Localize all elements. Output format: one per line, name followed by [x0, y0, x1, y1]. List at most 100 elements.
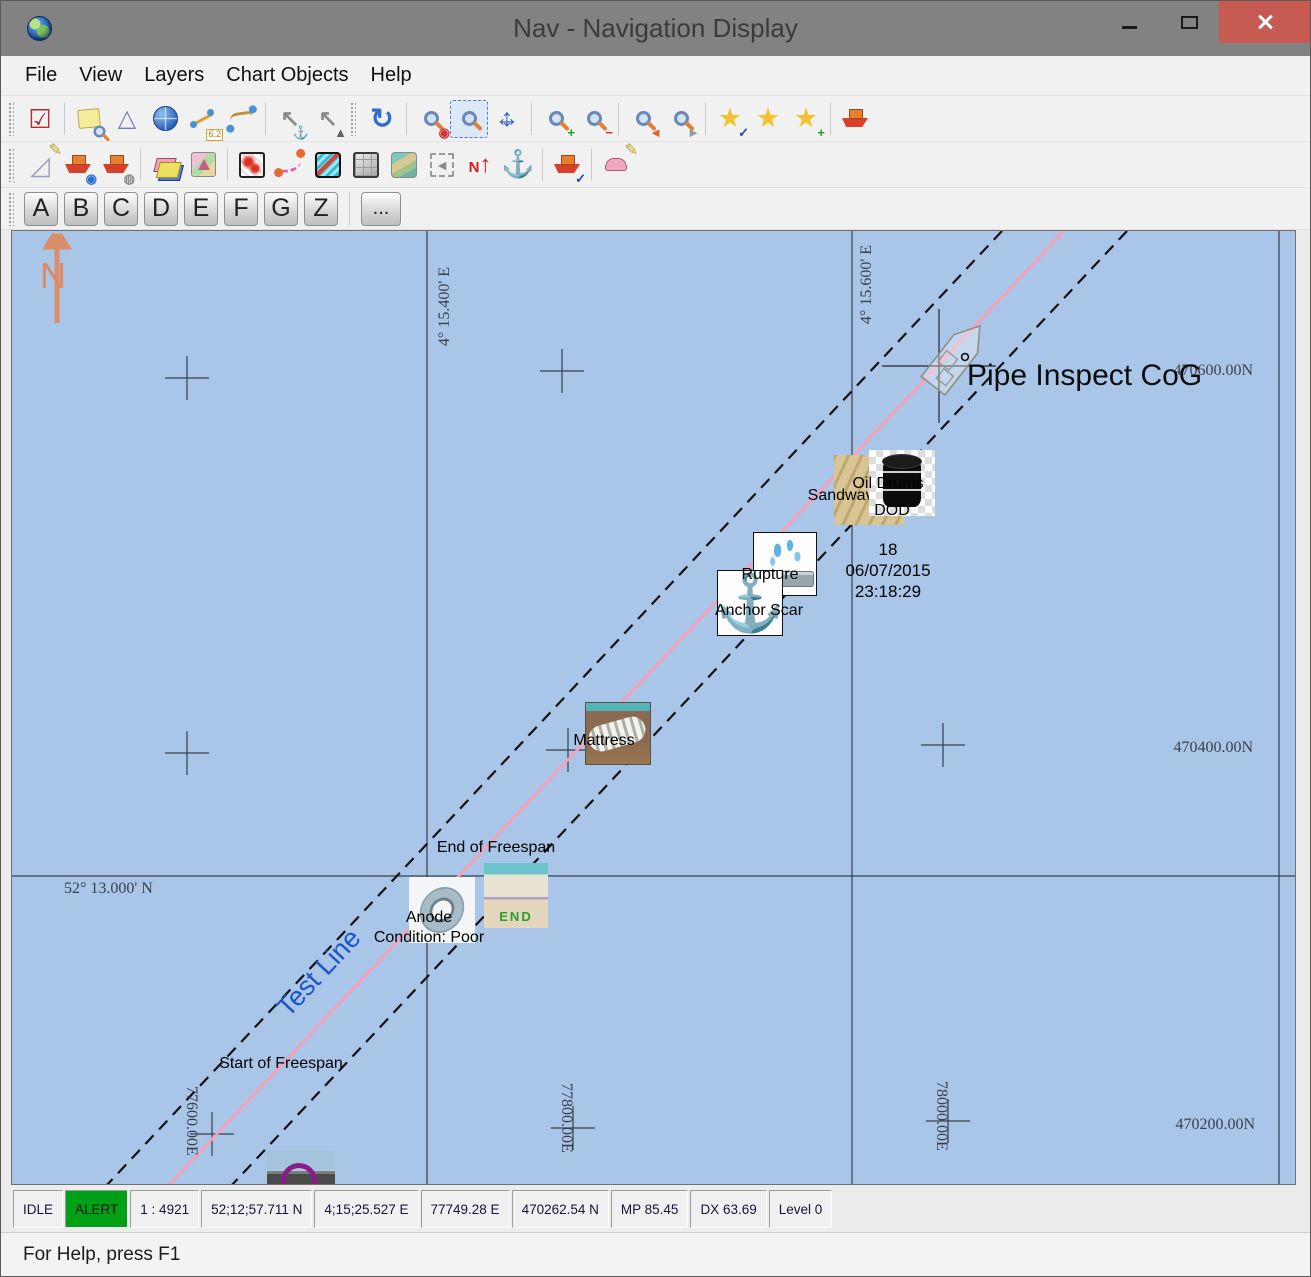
measure-distance-button[interactable]: 6.2 — [184, 100, 222, 138]
zoom-in-button[interactable]: + — [537, 100, 575, 138]
anchor-tool-button[interactable]: ⚓ — [499, 146, 537, 184]
end-of-freespan-marker-icon[interactable]: END — [484, 863, 548, 928]
zoom-window-button[interactable] — [450, 100, 488, 138]
northing-label-2: 470400.00N — [1173, 739, 1253, 757]
more-letters-button[interactable]: ... — [361, 192, 401, 226]
lat-label: 52° 13.000' N — [64, 880, 153, 898]
status-cell-4-15-25-527-e: 4;15;25.527 E — [314, 1190, 418, 1228]
status-cell-level-0: Level 0 — [769, 1190, 833, 1228]
status-bar: IDLEALERT1 : 492152;12;57.711 N4;15;25.5… — [13, 1189, 832, 1229]
letter-G-button[interactable]: G — [264, 192, 298, 226]
toolbar-grip[interactable] — [350, 102, 356, 136]
pan-button[interactable]: ↔↕ — [488, 100, 526, 138]
refresh-button[interactable]: ↻ — [363, 100, 401, 138]
letter-A-button[interactable]: A — [24, 192, 58, 226]
cursor-anchor-tool-button[interactable]: ↖⚓ — [271, 100, 309, 138]
anode-label: Anode — [406, 909, 452, 927]
vessel-tracking-icon — [839, 103, 871, 135]
close-button[interactable] — [1219, 1, 1310, 43]
vessel-radar-icon: ◍ — [100, 149, 132, 181]
layers-manager-button[interactable] — [146, 146, 184, 184]
title-bar[interactable]: Nav - Navigation Display — [1, 1, 1310, 56]
cursor-position-button[interactable]: ◄ — [423, 146, 461, 184]
easting-label-2: 77800.00E — [557, 1083, 575, 1153]
toolbar-separator — [618, 103, 619, 135]
end-of-freespan-label: End of Freespan — [437, 839, 555, 857]
letter-E-button[interactable]: E — [184, 192, 218, 226]
letter-D-button[interactable]: D — [144, 192, 178, 226]
lon-label-2: 4° 15.600' E — [858, 245, 876, 324]
measure-compass-icon: △ — [111, 103, 143, 135]
vessel-tracking-button[interactable] — [836, 100, 874, 138]
chart-edit-button[interactable]: ✎ — [597, 146, 635, 184]
layers-manager-icon — [149, 149, 181, 181]
route-layer-button[interactable] — [271, 146, 309, 184]
letter-Z-button[interactable]: Z — [304, 192, 338, 226]
vessel-select-icon: ✓ — [551, 149, 583, 181]
vessel-monitor-icon: ◉ — [62, 149, 94, 181]
vessel-monitor-button[interactable]: ◉ — [59, 146, 97, 184]
plan-edit-button[interactable]: ◿✎ — [21, 146, 59, 184]
letter-B-button[interactable]: B — [64, 192, 98, 226]
status-cell-dx-63-69: DX 63.69 — [690, 1190, 766, 1228]
zoom-target-button[interactable]: ◉ — [412, 100, 450, 138]
easting-label-3: 78000.00E — [932, 1081, 950, 1151]
grid-layer-icon — [350, 149, 382, 181]
close-icon — [1256, 13, 1274, 31]
toolbar-grip[interactable] — [8, 102, 14, 136]
zoom-out-button[interactable]: − — [575, 100, 613, 138]
favorite-checked-icon: ★✓ — [714, 103, 746, 135]
minimize-button[interactable] — [1099, 1, 1159, 43]
cursor-select-tool-button[interactable]: ↖▲ — [309, 100, 347, 138]
menu-chart-objects[interactable]: Chart Objects — [215, 64, 359, 87]
background-chart-button[interactable] — [385, 146, 423, 184]
favorite-button[interactable]: ★ — [749, 100, 787, 138]
chart-edit-icon: ✎ — [600, 149, 632, 181]
letter-F-button[interactable]: F — [224, 192, 258, 226]
corridor-layer-button[interactable] — [309, 146, 347, 184]
start-of-freespan-marker-icon[interactable] — [267, 1150, 335, 1185]
letter-C-button[interactable]: C — [104, 192, 138, 226]
toolbar-grip[interactable] — [8, 148, 14, 182]
fix-time: 23:18:29 — [845, 581, 930, 602]
menu-file[interactable]: File — [14, 64, 68, 87]
zoom-next-button[interactable]: ► — [662, 100, 700, 138]
edit-route-points-button[interactable] — [222, 100, 260, 138]
refresh-icon: ↻ — [366, 103, 398, 135]
zoom-previous-button[interactable]: ◄ — [624, 100, 662, 138]
favorite-add-button[interactable]: ★+ — [787, 100, 825, 138]
toolbar-grip[interactable] — [8, 192, 14, 226]
toolbar-quick-letters: ABCDEFGZ... — [1, 188, 1310, 230]
measure-compass-button[interactable]: △ — [108, 100, 146, 138]
events-layer-button[interactable] — [233, 146, 271, 184]
survey-checklist-button[interactable]: ☑ — [21, 100, 59, 138]
chart-view[interactable]: 4° 15.400' E 4° 15.600' E 52° 13.000' N … — [11, 230, 1296, 1185]
menu-layers[interactable]: Layers — [133, 64, 215, 87]
globe-projection-button[interactable] — [146, 100, 184, 138]
cursor-anchor-tool-icon: ↖⚓ — [274, 103, 306, 135]
document-search-button[interactable] — [70, 100, 108, 138]
menu-help[interactable]: Help — [360, 64, 423, 87]
oil-drums-label: Oil Drums — [852, 475, 923, 493]
toolbar-separator — [830, 103, 831, 135]
grid-layer-button[interactable] — [347, 146, 385, 184]
zoom-window-icon — [453, 103, 485, 135]
menu-bar: File View Layers Chart Objects Help — [1, 56, 1310, 96]
cursor-select-tool-icon: ↖▲ — [312, 103, 344, 135]
chart-display-icon — [187, 149, 219, 181]
chart-display-button[interactable] — [184, 146, 222, 184]
vessel-radar-button[interactable]: ◍ — [97, 146, 135, 184]
corridor-left-boundary — [106, 231, 1002, 1185]
northing-label-3: 470200.00N — [1175, 1116, 1255, 1134]
north-up-button[interactable]: N↑ — [461, 146, 499, 184]
end-badge: END — [499, 909, 532, 924]
favorite-checked-button[interactable]: ★✓ — [711, 100, 749, 138]
document-search-icon — [73, 103, 105, 135]
survey-checklist-icon: ☑ — [24, 103, 56, 135]
maximize-button[interactable] — [1159, 1, 1219, 43]
status-cell-1-4921: 1 : 4921 — [130, 1190, 199, 1228]
menu-view[interactable]: View — [68, 64, 133, 87]
vessel-select-button[interactable]: ✓ — [548, 146, 586, 184]
status-cell-470262-54-n: 470262.54 N — [512, 1190, 609, 1228]
anode-condition-label: Condition: Poor — [374, 929, 484, 947]
